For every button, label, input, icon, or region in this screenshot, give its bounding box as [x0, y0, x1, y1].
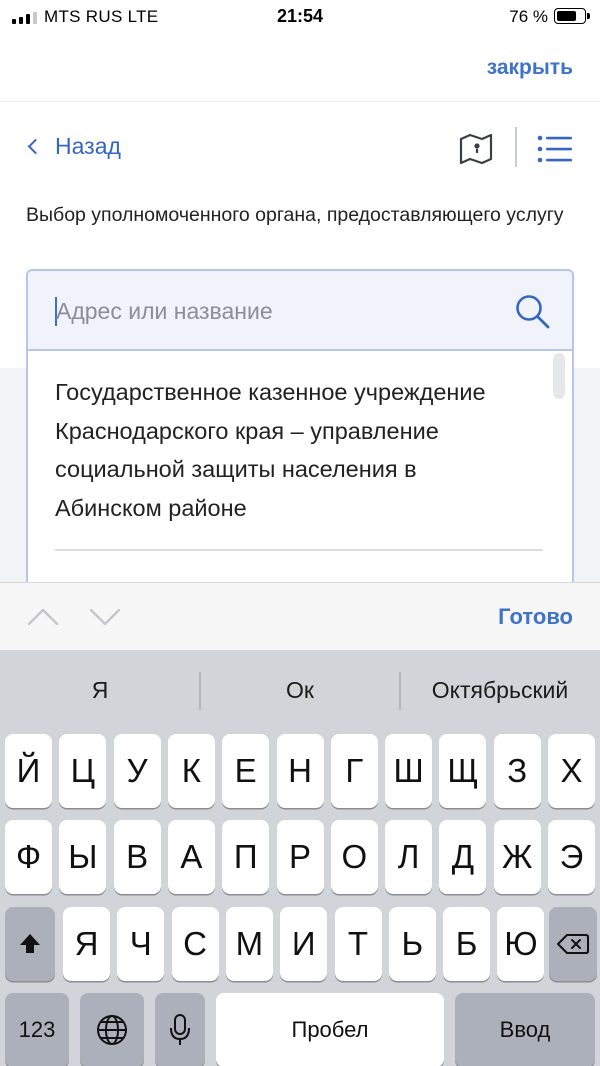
map-view-button[interactable] [456, 131, 496, 167]
suggestion-bar: Я Ок Октябрьский [0, 650, 600, 728]
battery-percent: 76 % [509, 7, 548, 26]
key-1[interactable]: Ф [5, 820, 52, 894]
key-11[interactable]: Э [548, 820, 595, 894]
back-label: Назад [55, 133, 121, 159]
key-8[interactable]: Ш [385, 734, 433, 808]
key-7[interactable]: Г [330, 734, 378, 808]
status-bar: MTS RUS LTE 21:54 76 % [0, 0, 600, 36]
search-input[interactable] [56, 289, 506, 333]
keyboard: Я Ок Октябрьский ЙЦУКЕНГШЩЗХ ФЫВАПРОЛДЖЭ… [0, 650, 600, 1066]
suggestion-1[interactable]: Я [0, 650, 200, 728]
chevron-up-icon[interactable] [27, 605, 59, 629]
option-divider [55, 549, 543, 551]
key-5[interactable]: Е [222, 734, 270, 808]
return-key[interactable]: Ввод [455, 993, 595, 1066]
key-11[interactable]: Х [548, 734, 595, 808]
globe-icon [97, 1015, 127, 1045]
microphone-icon [170, 1014, 190, 1045]
suggestion-3[interactable]: Октябрьский [400, 650, 600, 728]
battery-icon [554, 8, 590, 24]
key-5[interactable]: И [280, 907, 328, 981]
chevron-left-icon [27, 138, 44, 155]
back-button[interactable]: Назад [26, 133, 121, 160]
key-2[interactable]: Ч [117, 907, 165, 981]
key-7[interactable]: О [330, 820, 378, 894]
nav-divider [515, 127, 517, 167]
key-6[interactable]: Т [334, 907, 382, 981]
key-10[interactable]: З [493, 734, 541, 808]
key-2[interactable]: Ы [59, 820, 107, 894]
shift-key[interactable] [5, 907, 55, 981]
key-8[interactable]: Л [385, 820, 433, 894]
key-10[interactable]: Ж [493, 820, 541, 894]
key-9[interactable]: Д [439, 820, 487, 894]
battery-fill [557, 11, 576, 21]
done-button[interactable]: Готово [498, 604, 573, 630]
map-icon [459, 133, 493, 165]
modal-header: закрыть [0, 36, 600, 102]
search-icon[interactable] [514, 293, 552, 331]
list-icon [537, 135, 572, 163]
search-field[interactable] [26, 269, 574, 351]
keyboard-accessory-bar: Готово [0, 582, 600, 650]
key-5[interactable]: П [222, 820, 270, 894]
key-4[interactable]: К [167, 734, 215, 808]
key-1[interactable]: Я [63, 907, 110, 981]
backspace-icon [557, 934, 589, 954]
key-7[interactable]: Ь [388, 907, 436, 981]
key-1[interactable]: Й [5, 734, 52, 808]
list-view-button[interactable] [534, 131, 574, 167]
dictation-key[interactable] [155, 993, 205, 1066]
key-9[interactable]: Щ [439, 734, 487, 808]
close-button[interactable]: закрыть [487, 56, 573, 80]
key-3[interactable]: С [171, 907, 219, 981]
key-6[interactable]: Р [276, 820, 324, 894]
chevron-down-icon[interactable] [89, 605, 121, 629]
key-6[interactable]: Н [276, 734, 324, 808]
key-8[interactable]: Б [443, 907, 491, 981]
key-3[interactable]: У [113, 734, 161, 808]
key-2[interactable]: Ц [59, 734, 107, 808]
option-item[interactable]: Государственное казенное учреждение Крас… [55, 373, 525, 527]
numbers-key[interactable]: 123 [5, 993, 69, 1066]
options-dropdown: Государственное казенное учреждение Крас… [26, 351, 574, 582]
space-key[interactable]: Пробел [216, 993, 444, 1066]
shift-arrow-icon [20, 934, 40, 953]
backspace-key[interactable] [549, 907, 597, 981]
key-4[interactable]: А [167, 820, 215, 894]
globe-key[interactable] [80, 993, 144, 1066]
navigation-bar: Назад [0, 103, 600, 193]
suggestion-2[interactable]: Ок [200, 650, 400, 728]
key-3[interactable]: В [113, 820, 161, 894]
dropdown-scrollbar[interactable] [553, 353, 565, 399]
authority-select-label: Выбор уполномоченного органа, предоставл… [26, 204, 564, 226]
key-4[interactable]: М [225, 907, 273, 981]
key-9[interactable]: Ю [497, 907, 545, 981]
